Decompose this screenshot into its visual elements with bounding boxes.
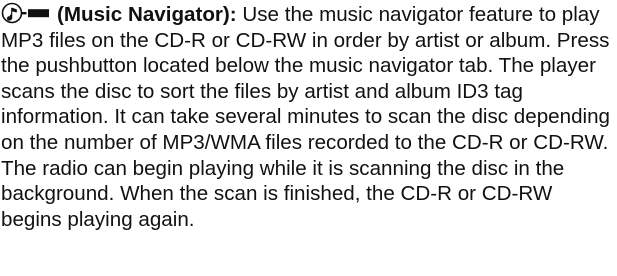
music-navigator-paragraph: (Music Navigator): Use the music navigat…: [1, 2, 613, 232]
manual-page: (Music Navigator): Use the music navigat…: [0, 0, 617, 276]
music-navigator-icon: [1, 2, 51, 24]
section-body: Use the music navigator feature to play …: [1, 3, 611, 231]
section-heading: (Music Navigator):: [57, 3, 237, 26]
